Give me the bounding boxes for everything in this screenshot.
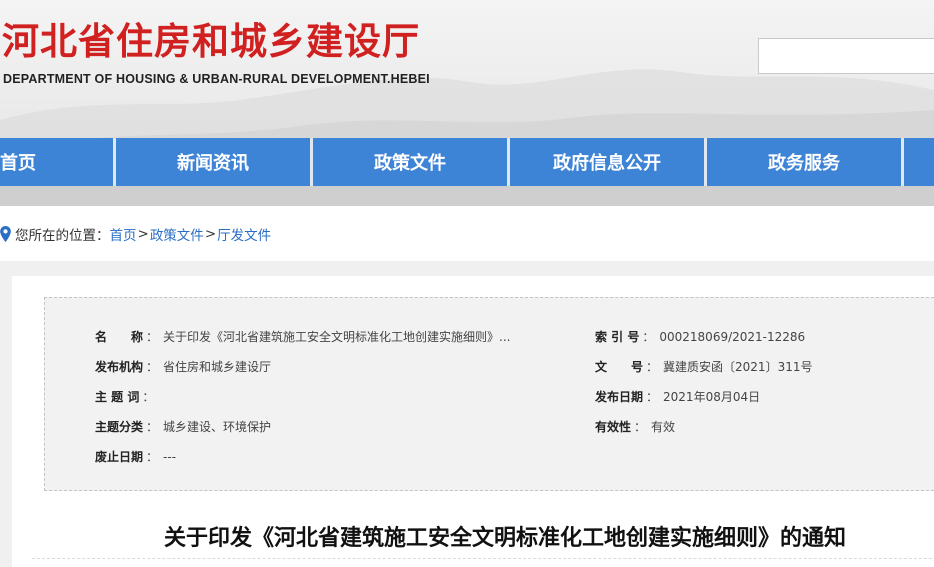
meta-label: 名 称 (95, 330, 144, 344)
meta-value: 有效 (651, 420, 676, 434)
meta-separator: ： (146, 360, 159, 374)
document-meta: 名 称：关于印发《河北省建筑施工安全文明标准化工地创建实施细则》... 发布机构… (44, 297, 934, 491)
breadcrumb-dept-docs[interactable]: 厅发文件 (217, 224, 271, 244)
breadcrumb: 您所在的位置： 首页 > 政策文件 > 厅发文件 (0, 206, 934, 261)
meta-label: 索 引 号 (595, 330, 640, 344)
meta-separator: ： (146, 420, 159, 434)
document-title: 关于印发《河北省建筑施工安全文明标准化工地创建实施细则》的通知 (164, 526, 847, 551)
meta-value: 2021年08月04日 (663, 390, 761, 404)
nav-item-policy[interactable]: 政策文件 (313, 138, 510, 186)
breadcrumb-separator: > (204, 225, 217, 242)
meta-separator: ： (142, 390, 155, 404)
nav-item-overflow[interactable] (904, 138, 934, 186)
nav-item-home[interactable]: 首页 (0, 138, 116, 186)
meta-value: 城乡建设、环境保护 (163, 420, 272, 434)
meta-index: 索 引 号： 000218069/2021-12286 (595, 328, 805, 345)
site-title: 河北省住房和城乡建设厅 (2, 20, 420, 63)
meta-keywords: 主 题 词： (95, 388, 159, 405)
meta-separator: ： (146, 450, 159, 464)
meta-separator: ： (146, 330, 159, 344)
meta-label: 废止日期 (95, 450, 144, 464)
content-panel: 名 称：关于印发《河北省建筑施工安全文明标准化工地创建实施细则》... 发布机构… (12, 276, 934, 567)
nav-item-news[interactable]: 新闻资讯 (116, 138, 313, 186)
meta-docno: 文 号： 冀建质安函〔2021〕311号 (595, 358, 812, 375)
meta-separator: ： (646, 360, 659, 374)
meta-value: 关于印发《河北省建筑施工安全文明标准化工地创建实施细则》... (163, 330, 511, 344)
breadcrumb-separator: > (137, 225, 149, 242)
meta-separator: ： (634, 420, 647, 434)
meta-category: 主题分类： 城乡建设、环境保护 (95, 418, 271, 435)
meta-separator: ： (642, 330, 655, 344)
meta-expire: 废止日期： --- (95, 448, 176, 465)
search-input[interactable] (758, 38, 934, 74)
breadcrumb-home[interactable]: 首页 (110, 224, 137, 244)
meta-label: 主题分类 (95, 420, 144, 434)
nav-item-gov-info[interactable]: 政府信息公开 (510, 138, 707, 186)
meta-validity: 有效性： 有效 (595, 418, 675, 435)
meta-label: 主 题 词 (95, 390, 140, 404)
main-nav: 首页 新闻资讯 政策文件 政府信息公开 政务服务 (0, 138, 934, 186)
map-pin-icon (0, 225, 11, 242)
meta-name: 名 称： 关于印发《河北省建筑施工安全文明标准化工地创建实施细则》... (95, 328, 510, 345)
meta-separator: ： (646, 390, 659, 404)
meta-value: 冀建质安函〔2021〕311号 (663, 360, 813, 374)
breadcrumb-prefix: 您所在的位置： (15, 227, 110, 244)
breadcrumb-policy[interactable]: 政策文件 (150, 224, 204, 244)
meta-date: 发布日期： 2021年08月04日 (595, 388, 760, 405)
meta-value: --- (163, 450, 177, 464)
meta-label: 发布日期 (595, 390, 644, 404)
meta-value: 省住房和城乡建设厅 (163, 360, 272, 374)
meta-label: 发布机构 (95, 360, 144, 374)
divider (32, 558, 934, 559)
site-subtitle: DEPARTMENT OF HOUSING & URBAN-RURAL DEVE… (3, 72, 430, 86)
meta-org: 发布机构： 省住房和城乡建设厅 (95, 358, 271, 375)
meta-value: 000218069/2021-12286 (659, 330, 806, 344)
meta-label: 有效性 (595, 420, 632, 434)
nav-item-services[interactable]: 政务服务 (707, 138, 904, 186)
meta-label: 文 号 (595, 360, 644, 374)
